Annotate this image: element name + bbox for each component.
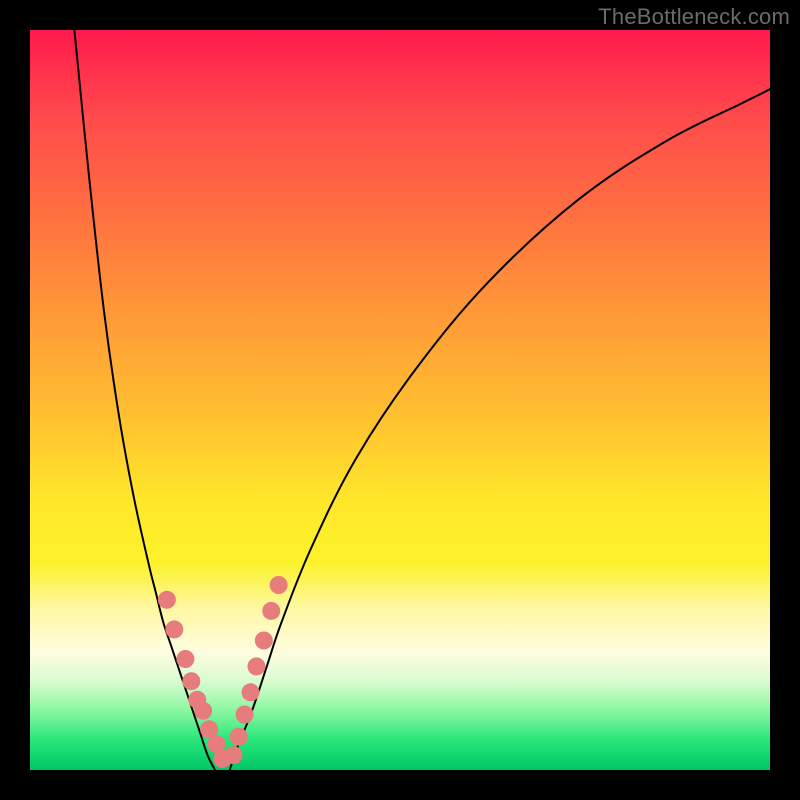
marker-point [176,650,194,668]
marker-point [270,576,288,594]
marker-point [230,728,248,746]
marker-point [158,591,176,609]
marker-point [194,702,212,720]
marker-point [165,620,183,638]
marker-layer [158,576,288,768]
chart-frame: TheBottleneck.com [0,0,800,800]
marker-point [236,706,254,724]
marker-point [182,672,200,690]
marker-point [225,746,243,764]
marker-point [255,632,273,650]
watermark-text: TheBottleneck.com [598,4,790,30]
chart-svg [30,30,770,770]
curve-right-arm [230,89,770,770]
marker-point [247,657,265,675]
marker-point [242,683,260,701]
plot-area [30,30,770,770]
marker-point [262,602,280,620]
